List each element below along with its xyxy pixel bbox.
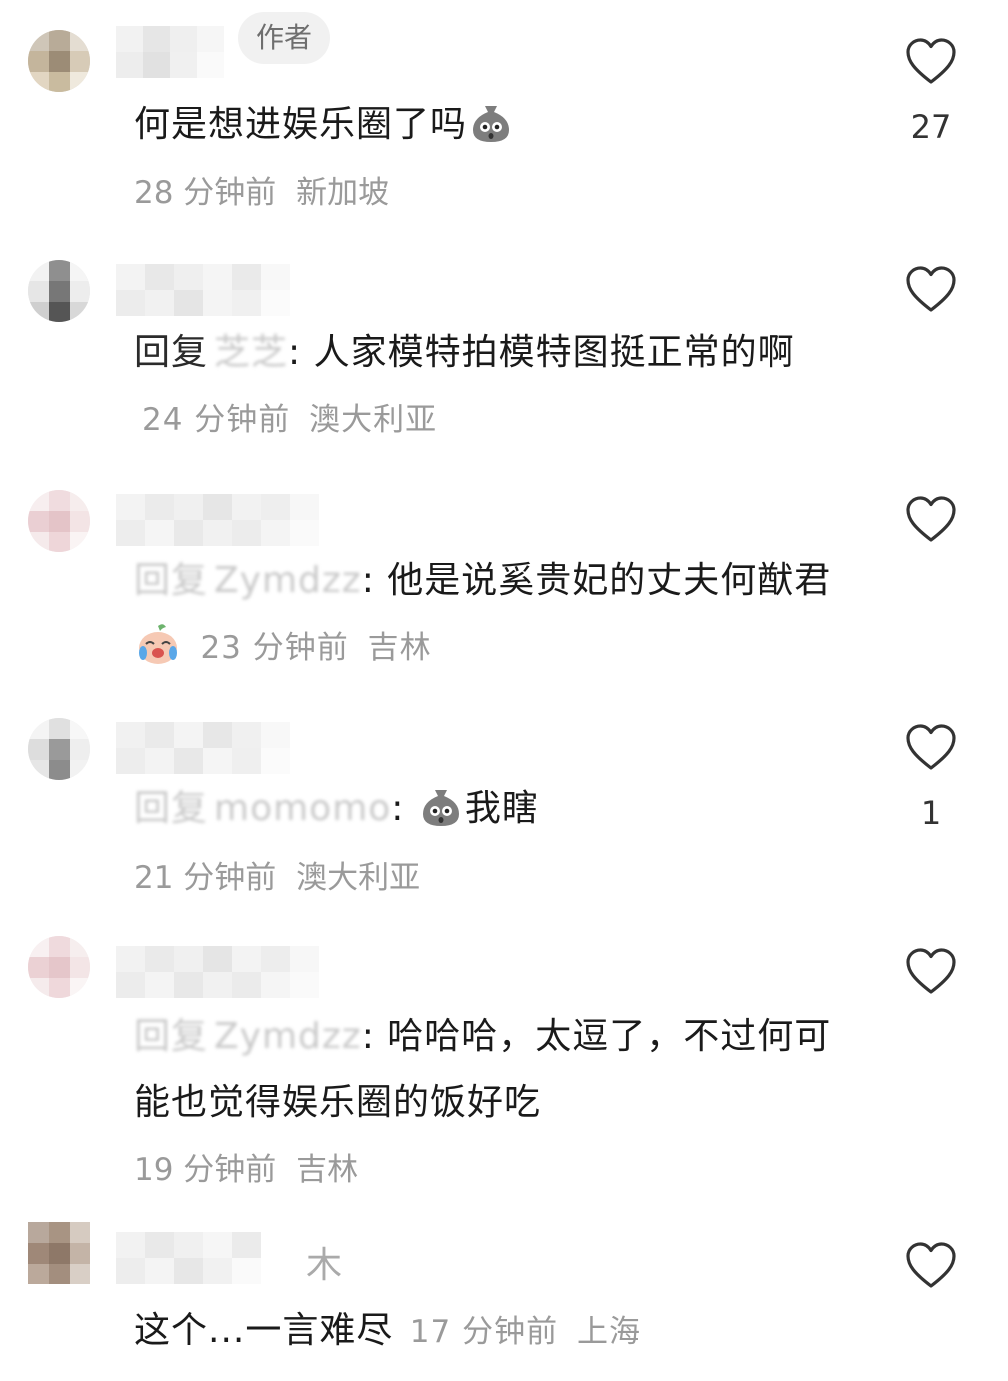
location: 澳大利亚 bbox=[309, 402, 438, 438]
comment-meta: 24 分钟前 澳大利亚 bbox=[142, 402, 437, 438]
like-button[interactable] bbox=[903, 1240, 959, 1294]
like-button[interactable] bbox=[903, 494, 959, 548]
heart-icon bbox=[906, 1242, 956, 1288]
timestamp: 28 分钟前 bbox=[134, 175, 277, 211]
comment-body: 我瞎 bbox=[464, 788, 539, 829]
author-tag: 作者 bbox=[238, 12, 331, 64]
username-partial: 木 bbox=[306, 1245, 343, 1286]
timestamp: 19 分钟前 bbox=[134, 1152, 277, 1188]
reply-colon: : bbox=[361, 1016, 388, 1057]
username-blurred[interactable] bbox=[116, 490, 321, 550]
timestamp: 24 分钟前 bbox=[142, 402, 291, 438]
avatar[interactable] bbox=[28, 718, 90, 780]
comment-meta: 23 分钟前 吉林 bbox=[200, 630, 431, 666]
location: 上海 bbox=[576, 1314, 641, 1350]
comment-meta: 19 分钟前 吉林 bbox=[134, 1150, 358, 1190]
surprised-bag-emoji bbox=[422, 790, 459, 826]
username-blurred[interactable] bbox=[116, 22, 226, 82]
reply-prefix: 回复 bbox=[134, 332, 209, 373]
comment-text: 何是想进娱乐圈了吗 bbox=[134, 92, 854, 158]
timestamp: 23 分钟前 bbox=[200, 630, 349, 666]
avatar[interactable] bbox=[28, 490, 90, 552]
username-blurred[interactable]: 木 bbox=[116, 1228, 346, 1288]
comment-body: 人家模特拍模特图挺正常的啊 bbox=[313, 332, 795, 373]
avatar[interactable] bbox=[28, 260, 90, 322]
location: 吉林 bbox=[367, 630, 432, 666]
comment-meta: 28 分钟前 新加坡 bbox=[134, 173, 389, 213]
like-count: 27 bbox=[910, 108, 952, 146]
reply-prefix: 回复 bbox=[134, 560, 209, 601]
heart-icon bbox=[906, 496, 956, 542]
reply-colon: : bbox=[288, 332, 314, 373]
avatar[interactable] bbox=[28, 30, 90, 92]
username-blurred[interactable] bbox=[116, 942, 321, 1002]
like-button[interactable]: 1 bbox=[903, 722, 959, 832]
like-count: 1 bbox=[920, 794, 942, 832]
reply-colon: : bbox=[391, 788, 417, 829]
avatar[interactable] bbox=[28, 1222, 90, 1284]
comment-text: 回复 Zymdzz: 他是说奚贵妃的丈夫何猷君 23 分钟前 吉林 bbox=[134, 548, 854, 681]
comment-body: 何是想进娱乐圈了吗 bbox=[134, 104, 468, 145]
timestamp: 17 分钟前 bbox=[409, 1314, 559, 1350]
comment-text: 回复 Zymdzz: 哈哈哈，太逗了，不过何可能也觉得娱乐圈的饭好吃 bbox=[134, 1004, 854, 1136]
comment-text: 回复 momomo: 我瞎 bbox=[134, 776, 854, 842]
like-button[interactable] bbox=[903, 946, 959, 1000]
reply-username[interactable]: momomo bbox=[214, 788, 391, 829]
comment-body: 他是说奚贵妃的丈夫何猷君 bbox=[387, 560, 832, 601]
heart-icon bbox=[906, 38, 956, 84]
timestamp: 21 分钟前 bbox=[134, 860, 277, 896]
reply-prefix: 回复 bbox=[134, 788, 209, 829]
heart-icon bbox=[906, 724, 956, 770]
comment-text: 这个...一言难尽 17 分钟前 上海 bbox=[134, 1298, 854, 1365]
reply-prefix: 回复 bbox=[134, 1016, 209, 1057]
location: 新加坡 bbox=[296, 175, 390, 211]
like-button[interactable]: 27 bbox=[903, 36, 959, 146]
surprised-bag-emoji bbox=[473, 106, 510, 142]
username-blurred[interactable] bbox=[116, 260, 291, 320]
heart-icon bbox=[906, 266, 956, 312]
comment-meta: 21 分钟前 澳大利亚 bbox=[134, 858, 420, 898]
crying-laughing-emoji bbox=[139, 624, 177, 664]
comment-text: 回复 芝芝: 人家模特拍模特图挺正常的啊 24 分钟前 澳大利亚 bbox=[134, 320, 854, 453]
location: 吉林 bbox=[296, 1152, 359, 1188]
comment-body: 这个...一言难尽 bbox=[134, 1310, 394, 1351]
location: 澳大利亚 bbox=[296, 860, 421, 896]
heart-icon bbox=[906, 948, 956, 994]
like-button[interactable] bbox=[903, 264, 959, 318]
username-blurred[interactable] bbox=[116, 718, 291, 778]
reply-colon: : bbox=[361, 560, 388, 601]
reply-username[interactable]: Zymdzz bbox=[214, 560, 362, 601]
comment-meta: 17 分钟前 上海 bbox=[410, 1314, 641, 1350]
avatar[interactable] bbox=[28, 936, 90, 998]
reply-username[interactable]: Zymdzz bbox=[214, 1016, 362, 1057]
reply-username[interactable]: 芝芝 bbox=[214, 332, 288, 373]
